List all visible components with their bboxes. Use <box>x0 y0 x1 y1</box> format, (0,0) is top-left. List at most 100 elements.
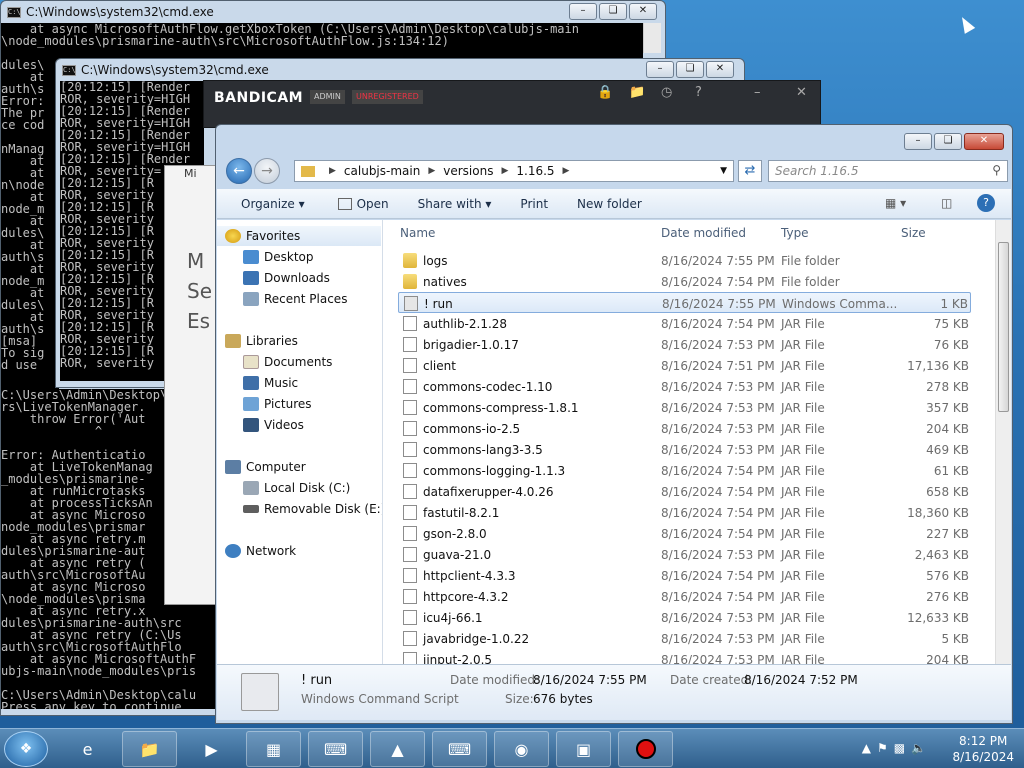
maximize-button[interactable]: ❏ <box>934 133 962 150</box>
minimize-button[interactable]: – <box>904 133 932 150</box>
column-type[interactable]: Type <box>781 226 809 244</box>
close-button[interactable]: ✕ <box>706 61 734 78</box>
cmd2-title-bar[interactable]: C:\ C:\Windows\system32\cmd.exe <box>56 59 744 81</box>
nav-removable-disk[interactable]: Removable Disk (E:) <box>243 499 382 519</box>
star-icon <box>225 229 241 243</box>
nav-downloads[interactable]: Downloads <box>243 268 330 288</box>
file-row[interactable]: httpclient-4.3.3 8/16/2024 7:54 PM JAR Fil… <box>398 565 971 586</box>
explorer-title-bar[interactable] <box>216 125 1012 155</box>
media-player-icon[interactable]: ▶ <box>184 731 239 767</box>
preview-pane-icon[interactable]: ◫ <box>941 196 952 210</box>
minimize-button[interactable]: – <box>646 61 674 78</box>
file-row[interactable]: guava-21.0 8/16/2024 7:53 PM JAR File 2,463… <box>398 544 971 565</box>
nav-local-disk[interactable]: Local Disk (C:) <box>243 478 350 498</box>
breadcrumb-item[interactable]: calubjs-main <box>344 164 420 178</box>
print-button[interactable]: Print <box>502 197 559 211</box>
file-row[interactable]: brigadier-1.0.17 8/16/2024 7:53 PM JAR Fil… <box>398 334 971 355</box>
record-icon[interactable] <box>618 731 673 767</box>
chevron-right-icon[interactable]: ▶ <box>501 166 508 176</box>
nav-recent-places[interactable]: Recent Places <box>243 289 347 309</box>
file-row[interactable]: client 8/16/2024 7:51 PM JAR File 17,136 KB <box>398 355 971 376</box>
nav-documents[interactable]: Documents <box>243 352 332 372</box>
nav-favorites[interactable]: Favorites <box>217 226 381 246</box>
maximize-button[interactable]: ❏ <box>599 3 627 20</box>
nav-videos[interactable]: Videos <box>243 415 304 435</box>
organize-button[interactable]: Organize ▾ <box>217 197 316 211</box>
search-input[interactable]: Search 1.16.5 ⚲ <box>768 160 1008 182</box>
file-row[interactable]: commons-lang3-3.5 8/16/2024 7:53 PM JAR Fi… <box>398 439 971 460</box>
file-row[interactable]: gson-2.8.0 8/16/2024 7:54 PM JAR File 227 K… <box>398 523 971 544</box>
close-button[interactable]: ✕ <box>629 3 657 20</box>
view-options-icon[interactable]: ▦ ▾ <box>885 196 906 210</box>
nav-pictures[interactable]: Pictures <box>243 394 312 414</box>
scrollbar-thumb[interactable] <box>998 242 1009 412</box>
file-row[interactable]: commons-codec-1.10 8/16/2024 7:53 PM JAR F… <box>398 376 971 397</box>
tray-icons[interactable]: ▲⚑▩🔈 <box>862 741 932 755</box>
file-explorer-icon[interactable]: 📁 <box>122 731 177 767</box>
help-icon[interactable]: ? <box>977 194 995 212</box>
file-row[interactable]: logs 8/16/2024 7:55 PM File folder <box>398 250 971 271</box>
file-row[interactable]: authlib-2.1.28 8/16/2024 7:54 PM JAR File 7… <box>398 313 971 334</box>
file-row[interactable]: fastutil-8.2.1 8/16/2024 7:54 PM JAR File 1… <box>398 502 971 523</box>
unregistered-badge[interactable]: UNREGISTERED <box>352 90 423 104</box>
chevron-right-icon[interactable]: ▶ <box>329 166 336 176</box>
chevron-right-icon[interactable]: ▶ <box>428 166 435 176</box>
folder-icon[interactable]: 📁 <box>629 85 645 100</box>
app-icon[interactable]: ▦ <box>246 731 301 767</box>
file-row[interactable]: commons-io-2.5 8/16/2024 7:53 PM JAR File 2… <box>398 418 971 439</box>
file-row[interactable]: datafixerupper-4.0.26 8/16/2024 7:54 PM JA… <box>398 481 971 502</box>
file-row[interactable]: icu4j-66.1 8/16/2024 7:53 PM JAR File 12,63… <box>398 607 971 628</box>
clock-icon[interactable]: ◷ <box>661 85 672 100</box>
column-size[interactable]: Size <box>901 226 926 244</box>
nav-music[interactable]: Music <box>243 373 298 393</box>
share-with-button[interactable]: Share with ▾ <box>400 197 503 211</box>
file-row[interactable]: javabridge-1.0.22 8/16/2024 7:53 PM JAR Fi… <box>398 628 971 649</box>
lock-icon[interactable]: 🔒 <box>597 85 613 100</box>
open-button[interactable]: Open <box>316 197 400 211</box>
nav-desktop[interactable]: Desktop <box>243 247 314 267</box>
globe-icon[interactable]: ◉ <box>494 731 549 767</box>
file-row[interactable]: jinput-2.0.5 8/16/2024 7:53 PM JAR File 204… <box>398 649 971 664</box>
minimize-icon[interactable]: – <box>754 85 761 100</box>
clock[interactable]: 8:12 PM 8/16/2024 <box>952 733 1014 765</box>
breadcrumb-item[interactable]: versions <box>443 164 493 178</box>
new-folder-button[interactable]: New folder <box>559 197 653 211</box>
nav-network[interactable]: Network <box>225 541 296 561</box>
app-icon[interactable]: ▲ <box>370 731 425 767</box>
file-row[interactable]: httpcore-4.3.2 8/16/2024 7:54 PM JAR File 2… <box>398 586 971 607</box>
forward-button[interactable]: → <box>254 158 280 184</box>
background-window[interactable]: M Se Es <box>164 165 216 605</box>
close-icon[interactable]: ✕ <box>796 85 807 100</box>
search-icon[interactable]: ⚲ <box>992 163 1001 177</box>
column-date-modified[interactable]: Date modified <box>661 226 746 244</box>
minecraft-icon[interactable]: ▣ <box>556 731 611 767</box>
file-size: 204 KB <box>926 653 969 664</box>
file-name: authlib-2.1.28 <box>423 317 508 331</box>
back-button[interactable]: ← <box>226 158 252 184</box>
file-row[interactable]: natives 8/16/2024 7:54 PM File folder <box>398 271 971 292</box>
file-row[interactable]: commons-compress-1.8.1 8/16/2024 7:53 PM J… <box>398 397 971 418</box>
breadcrumb-item[interactable]: 1.16.5 <box>516 164 554 178</box>
file-row[interactable]: commons-logging-1.1.3 8/16/2024 7:54 PM JA… <box>398 460 971 481</box>
internet-explorer-icon[interactable]: e <box>60 731 115 767</box>
help-icon[interactable]: ? <box>695 85 702 100</box>
minimize-button[interactable]: – <box>569 3 597 20</box>
cmd-scrollbar[interactable] <box>643 23 661 53</box>
nav-libraries[interactable]: Libraries <box>225 331 298 351</box>
file-row[interactable]: ! run 8/16/2024 7:55 PM Windows Comma... 1 … <box>398 292 971 313</box>
column-name[interactable]: Name <box>400 226 435 244</box>
cmd-taskbar-icon[interactable]: ⌨ <box>432 731 487 767</box>
bandicam-window[interactable]: BANDICAM ADMIN UNREGISTERED 🔒 📁 ◷ ? – ✕ <box>203 80 821 128</box>
file-list-scrollbar[interactable] <box>995 220 1011 664</box>
dropdown-icon[interactable]: ▼ <box>720 166 727 176</box>
address-bar[interactable]: ▶ calubjs-main ▶ versions ▶ 1.16.5 ▶ ▼ <box>294 160 734 182</box>
start-button[interactable]: ❖ <box>4 731 48 767</box>
nav-computer[interactable]: Computer <box>225 457 306 477</box>
cmd-taskbar-icon[interactable]: ⌨ <box>308 731 363 767</box>
close-button[interactable]: ✕ <box>964 133 1004 150</box>
maximize-button[interactable]: ❏ <box>676 61 704 78</box>
refresh-button[interactable]: ⇄ <box>738 160 762 182</box>
explorer-window[interactable]: – ❏ ✕ ← → ▶ calubjs-main ▶ versions ▶ 1.16… <box>215 124 1013 724</box>
chevron-right-icon[interactable]: ▶ <box>563 166 570 176</box>
cmd-title-bar[interactable]: C:\ C:\Windows\system32\cmd.exe <box>1 1 665 23</box>
